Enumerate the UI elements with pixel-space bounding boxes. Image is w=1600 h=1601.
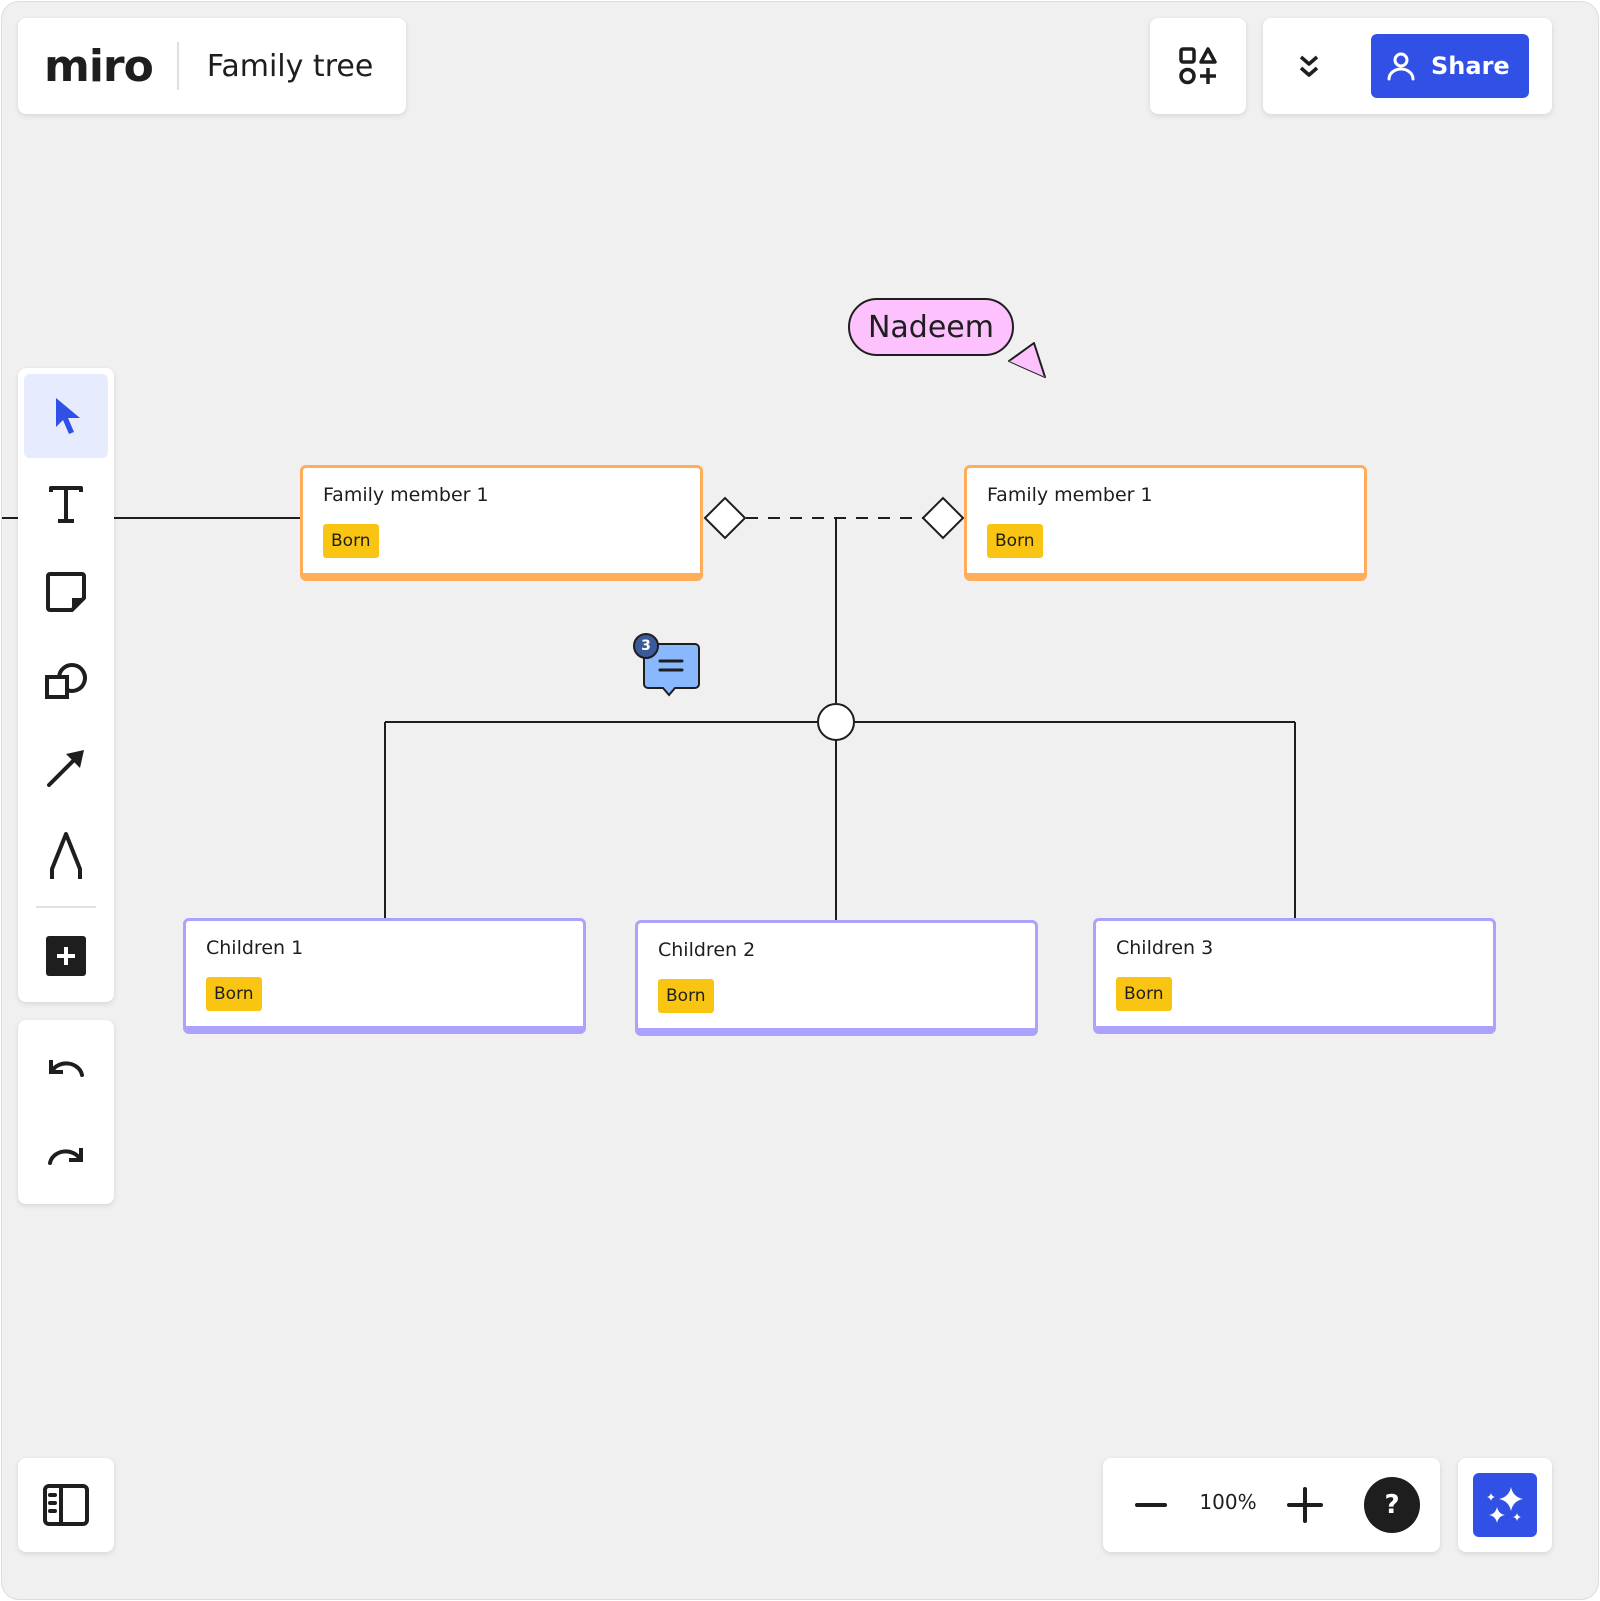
born-tag[interactable]: Born <box>987 524 1043 558</box>
shapes-library-button[interactable] <box>1150 18 1246 114</box>
tool-more-apps[interactable] <box>24 914 108 998</box>
cursor-arrow-icon <box>56 398 80 434</box>
board-header: miro Family tree <box>18 18 406 114</box>
sticky-note-icon <box>46 572 86 612</box>
comment-count-badge: 3 <box>633 633 659 659</box>
child-card[interactable]: Children 2 Born <box>635 920 1038 1036</box>
card-title: Children 3 <box>1116 937 1214 959</box>
plus-icon <box>1287 1487 1323 1523</box>
card-title: Family member 1 <box>987 484 1153 506</box>
board-canvas[interactable]: Family member 1 Born Family member 1 Bor… <box>1 1 1599 1600</box>
pen-icon <box>50 832 82 879</box>
zoom-in-button[interactable] <box>1285 1485 1325 1525</box>
tool-select[interactable] <box>24 374 108 458</box>
user-icon <box>1387 52 1415 81</box>
undo-button[interactable] <box>24 1028 108 1112</box>
tool-text[interactable] <box>24 462 108 546</box>
shapes-icon <box>1179 47 1217 85</box>
card-title: Children 1 <box>206 937 304 959</box>
diamond-marker-right <box>921 496 965 540</box>
redo-icon <box>48 1148 83 1165</box>
collapse-button[interactable] <box>1291 48 1327 84</box>
family-member-card[interactable]: Family member 1 Born <box>300 465 703 581</box>
tool-connection-line[interactable] <box>24 726 108 810</box>
ai-assistant-panel <box>1458 1458 1552 1552</box>
creation-toolbar <box>18 368 114 1002</box>
tool-sticky-note[interactable] <box>24 550 108 634</box>
ai-assistant-button[interactable] <box>1473 1473 1537 1537</box>
born-tag[interactable]: Born <box>658 979 714 1013</box>
born-tag[interactable]: Born <box>206 977 262 1011</box>
header-divider <box>176 42 179 90</box>
comment-thread[interactable]: 3 <box>632 632 704 702</box>
minus-icon <box>1135 1503 1167 1507</box>
frames-panel-button[interactable] <box>18 1458 114 1552</box>
born-tag[interactable]: Born <box>323 524 379 558</box>
undo-icon <box>49 1060 84 1077</box>
zoom-controls: 100% ? <box>1103 1458 1440 1552</box>
miro-logo[interactable]: miro <box>44 41 154 92</box>
text-icon <box>49 486 83 523</box>
history-toolbar <box>18 1020 114 1204</box>
child-card[interactable]: Children 3 Born <box>1093 918 1496 1034</box>
share-panel: Share <box>1263 18 1552 114</box>
card-title: Family member 1 <box>323 484 489 506</box>
plus-square-icon <box>46 936 86 976</box>
diamond-marker-left <box>703 496 747 540</box>
connector-lines <box>2 496 1296 920</box>
card-title: Children 2 <box>658 939 756 961</box>
zoom-out-button[interactable] <box>1131 1485 1171 1525</box>
help-button[interactable]: ? <box>1364 1477 1420 1533</box>
chevrons-down-icon <box>1299 55 1319 77</box>
child-card[interactable]: Children 1 Born <box>183 918 586 1034</box>
sparkles-icon <box>1487 1487 1523 1523</box>
arrow-icon <box>47 750 84 787</box>
collaborator-cursor-label: Nadeem <box>848 298 1014 356</box>
born-tag[interactable]: Born <box>1116 977 1172 1011</box>
toolbar-divider <box>36 906 96 908</box>
redo-button[interactable] <box>24 1116 108 1200</box>
zoom-level[interactable]: 100% <box>1193 1490 1263 1514</box>
tool-shapes[interactable] <box>24 638 108 722</box>
shapes-icon <box>45 663 87 699</box>
share-label: Share <box>1431 52 1510 80</box>
collaborator-cursor-icon <box>1008 342 1046 378</box>
share-button[interactable]: Share <box>1371 34 1529 98</box>
sidebar-panel-icon <box>43 1484 89 1526</box>
family-member-card[interactable]: Family member 1 Born <box>964 465 1367 581</box>
junction-circle <box>817 703 855 741</box>
tool-pen[interactable] <box>24 814 108 898</box>
board-title[interactable]: Family tree <box>207 49 373 84</box>
